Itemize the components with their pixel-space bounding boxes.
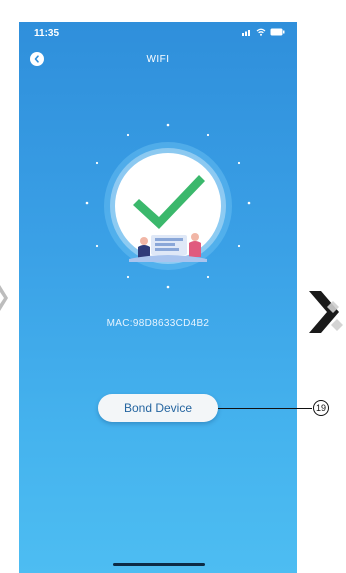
page-title: WIFI [146,54,170,65]
bond-success-illustration [85,123,251,289]
battery-icon [270,28,285,36]
status-icons [242,28,285,36]
signal-icon [242,30,250,36]
next-step-arrow-icon [309,291,343,333]
device-mac-address: MAC:98D8633CD4B2 [106,318,210,329]
screenshot-canvas: 11:35 WIFI MAC:98D8633CD4B2 Bond Device … [0,0,346,573]
home-indicator [113,563,205,566]
callout-number: 19 [313,400,329,416]
wifi-icon [256,28,266,36]
phone-screen: 11:35 WIFI MAC:98D8633CD4B2 Bond Device [19,22,297,573]
status-time: 11:35 [34,28,60,39]
previous-step-arrow-icon [0,285,8,311]
bond-device-button[interactable]: Bond Device [98,394,218,422]
status-bar: 11:35 [19,22,297,44]
callout-line [218,408,312,409]
